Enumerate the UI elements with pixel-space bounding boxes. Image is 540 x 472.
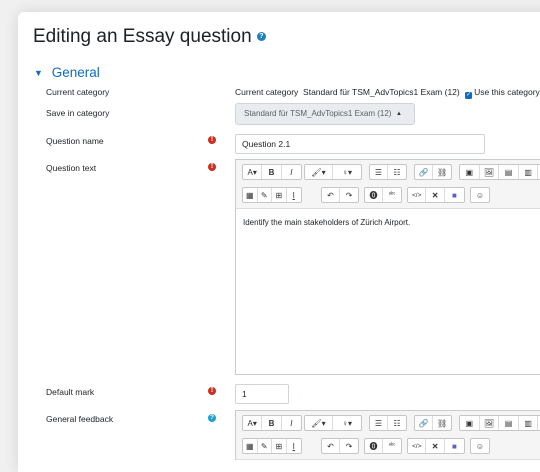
style-icon[interactable]: ♀▾: [333, 416, 361, 430]
image-icon[interactable]: 🖼: [480, 165, 500, 179]
table-icon[interactable]: ⊞: [272, 188, 287, 202]
required-icon: !: [208, 163, 216, 171]
unordered-list-icon[interactable]: ☰: [370, 416, 389, 430]
use-category-label: Use this category: [474, 87, 540, 97]
default-mark-input[interactable]: 1: [235, 384, 289, 404]
save-in-category-select[interactable]: Standard für TSM_AdvTopics1 Exam (12) ▲: [235, 103, 415, 125]
ordered-list-icon[interactable]: ☷: [388, 165, 406, 179]
editor-toolbar: A▾ B I 🖌▾ ♀▾ ☰ ☷ 🔗 ⛓ ▣ 🖼 ▤ ▥ ▦ ▦ ✎ ⊞ I: [236, 160, 540, 209]
current-category-value: Current category Standard für TSM_AdvTop…: [235, 87, 540, 99]
teams-icon[interactable]: ■: [445, 188, 464, 202]
editor-toolbar: A▾ B I 🖌▾ ♀▾ ☰ ☷ 🔗 ⛓ ▣ 🖼 ▤ ▥ ▦ ▦ ✎ ⊞ I: [236, 411, 540, 460]
select-arrows-icon: ▲: [396, 111, 402, 117]
brush-icon[interactable]: 🖌▾: [305, 165, 334, 179]
undo-icon[interactable]: ↶: [322, 188, 341, 202]
spellcheck-icon[interactable]: ᵃᵇᶜ: [383, 439, 401, 453]
html-icon[interactable]: </>: [408, 439, 427, 453]
file-icon[interactable]: ▤: [499, 165, 519, 179]
accessibility-icon[interactable]: ⓿: [365, 439, 384, 453]
spellcheck-icon[interactable]: ᵃᵇᶜ: [383, 188, 401, 202]
brush-icon[interactable]: 🖌▾: [305, 416, 334, 430]
html-icon[interactable]: </>: [408, 188, 427, 202]
calculator-icon[interactable]: ▦: [243, 188, 258, 202]
italic-button[interactable]: I: [282, 165, 301, 179]
media-icon[interactable]: ▣: [460, 416, 480, 430]
question-text-editor[interactable]: A▾ B I 🖌▾ ♀▾ ☰ ☷ 🔗 ⛓ ▣ 🖼 ▤ ▥ ▦ ▦ ✎ ⊞ I: [235, 159, 540, 375]
unlink-icon[interactable]: ⛓: [433, 165, 451, 179]
style-icon[interactable]: ♀▾: [333, 165, 361, 179]
unlink-icon[interactable]: ⛓: [433, 416, 451, 430]
question-name-input[interactable]: Question 2.1: [235, 134, 485, 154]
link-icon[interactable]: 🔗: [415, 416, 434, 430]
table-icon[interactable]: ⊞: [272, 439, 287, 453]
question-text-label: Question text: [46, 163, 97, 173]
general-feedback-editor[interactable]: A▾ B I 🖌▾ ♀▾ ☰ ☷ 🔗 ⛓ ▣ 🖼 ▤ ▥ ▦ ▦ ✎ ⊞ I: [235, 410, 540, 460]
ordered-list-icon[interactable]: ☷: [388, 416, 406, 430]
default-mark-label: Default mark: [46, 387, 95, 397]
emoji-icon[interactable]: ☺: [471, 188, 489, 202]
italic-button[interactable]: I: [282, 416, 301, 430]
section-header-general[interactable]: ▼ General: [34, 65, 100, 80]
general-feedback-label: General feedback: [46, 414, 114, 424]
caret-down-icon: ▼: [34, 68, 43, 78]
image-icon[interactable]: 🖼: [480, 416, 500, 430]
bold-button[interactable]: B: [262, 416, 282, 430]
calculator-icon[interactable]: ▦: [243, 439, 258, 453]
help-icon[interactable]: ?: [208, 414, 216, 422]
undo-icon[interactable]: ↶: [322, 439, 341, 453]
required-icon: !: [208, 387, 216, 395]
teams-icon[interactable]: ■: [445, 439, 464, 453]
file-icon[interactable]: ▥: [519, 165, 539, 179]
emoji-icon[interactable]: ☺: [471, 439, 489, 453]
clear-format-icon[interactable]: I: [287, 188, 301, 202]
fullscreen-icon[interactable]: ✕: [426, 188, 445, 202]
redo-icon[interactable]: ↷: [340, 439, 358, 453]
file-icon[interactable]: ▥: [519, 416, 539, 430]
save-in-category-label: Save in category: [46, 108, 110, 118]
unordered-list-icon[interactable]: ☰: [370, 165, 389, 179]
checkbox-checked-icon[interactable]: ✓: [465, 91, 473, 99]
clear-format-icon[interactable]: I: [287, 439, 301, 453]
font-size-button[interactable]: A▾: [243, 416, 263, 430]
edit-icon[interactable]: ✎: [258, 188, 273, 202]
font-size-button[interactable]: A▾: [243, 165, 263, 179]
required-icon: !: [208, 136, 216, 144]
current-category-label: Current category: [46, 87, 110, 97]
link-icon[interactable]: 🔗: [415, 165, 434, 179]
file-icon[interactable]: ▤: [499, 416, 519, 430]
edit-icon[interactable]: ✎: [258, 439, 273, 453]
question-text-content[interactable]: Identify the main stakeholders of Zürich…: [243, 218, 410, 227]
question-name-label: Question name: [46, 136, 104, 146]
redo-icon[interactable]: ↷: [340, 188, 358, 202]
fullscreen-icon[interactable]: ✕: [426, 439, 445, 453]
media-icon[interactable]: ▣: [460, 165, 480, 179]
bold-button[interactable]: B: [262, 165, 282, 179]
help-icon[interactable]: ?: [256, 32, 266, 42]
page-title: Editing an Essay question ?: [33, 26, 266, 48]
accessibility-icon[interactable]: ⓿: [365, 188, 384, 202]
